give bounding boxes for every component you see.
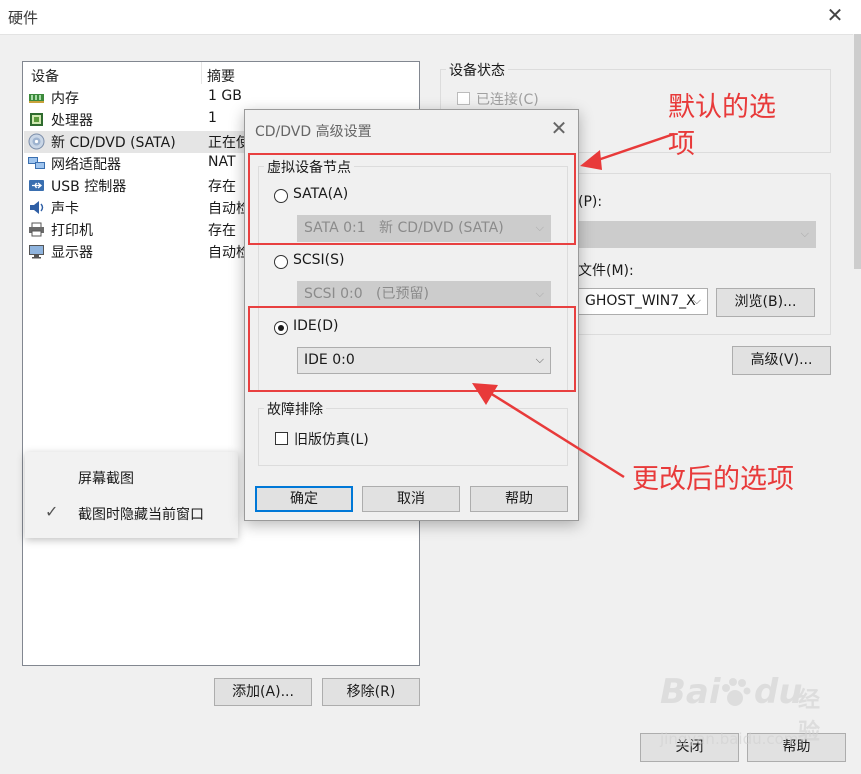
device-name: 处理器 bbox=[51, 113, 93, 129]
device-name: 内存 bbox=[51, 91, 79, 107]
window-title: 硬件 bbox=[8, 9, 39, 27]
device-name: 打印机 bbox=[51, 223, 93, 239]
connected-label: 已连接(C) bbox=[476, 92, 539, 108]
column-separator[interactable] bbox=[201, 62, 202, 84]
column-header-summary[interactable]: 摘要 bbox=[207, 66, 235, 86]
device-name: 声卡 bbox=[51, 201, 79, 217]
legacy-emulation-checkbox[interactable] bbox=[275, 432, 288, 445]
device-name: 新 CD/DVD (SATA) bbox=[51, 135, 176, 151]
column-header-device[interactable]: 设备 bbox=[31, 66, 59, 86]
processor-icon bbox=[30, 113, 43, 126]
screenshot-context-menu: 屏幕截图 ✓ 截图时隐藏当前窗口 bbox=[25, 452, 238, 538]
dialog-close-icon[interactable]: ✕ bbox=[547, 116, 571, 140]
scrollbar-thumb[interactable] bbox=[854, 34, 861, 269]
watermark-cn: 经验 bbox=[798, 688, 821, 745]
window-close-icon[interactable]: ✕ bbox=[824, 4, 846, 26]
scsi-radio[interactable] bbox=[274, 255, 288, 269]
device-summary: 存在 bbox=[208, 179, 236, 195]
watermark-brand2: du bbox=[754, 672, 803, 712]
title-bar bbox=[0, 0, 861, 34]
cd-dvd-icon bbox=[28, 133, 45, 150]
network-adapter-icon bbox=[28, 157, 45, 169]
annotation-default-line2: 项 bbox=[668, 129, 695, 160]
physical-drive-label: (P): bbox=[578, 194, 603, 210]
arrow-to-changed bbox=[472, 383, 625, 479]
device-summary: NAT bbox=[208, 154, 236, 170]
chevron-down-icon: ⌵ bbox=[800, 227, 809, 240]
annotation-default-line1: 默认的选 bbox=[668, 92, 776, 123]
usb-icon bbox=[29, 180, 44, 191]
monitor-icon bbox=[29, 245, 44, 259]
physical-drive-select[interactable]: ⌵ bbox=[578, 221, 816, 248]
advanced-button[interactable]: 高级(V)... bbox=[732, 346, 831, 375]
annotation-changed: 更改后的选项 bbox=[632, 464, 794, 495]
device-row-memory[interactable]: 内存 1 GB bbox=[24, 87, 418, 109]
menu-item-screenshot[interactable]: 屏幕截图 bbox=[78, 468, 134, 488]
browse-button[interactable]: 浏览(B)... bbox=[716, 288, 815, 317]
dialog-cancel-button[interactable]: 取消 bbox=[362, 486, 460, 512]
device-summary: 1 GB bbox=[208, 88, 242, 104]
arrow-to-default bbox=[580, 132, 675, 170]
default-option-highlight bbox=[248, 153, 576, 245]
sound-card-icon bbox=[30, 201, 44, 214]
connected-checkbox[interactable] bbox=[457, 92, 470, 105]
iso-file-label: 文件(M): bbox=[578, 263, 634, 279]
dialog-help-button[interactable]: 帮助 bbox=[470, 486, 568, 512]
add-device-button[interactable]: 添加(A)... bbox=[214, 678, 312, 706]
memory-icon bbox=[29, 94, 44, 103]
troubleshoot-label: 故障排除 bbox=[264, 399, 326, 419]
scsi-label[interactable]: SCSI(S) bbox=[293, 252, 345, 268]
legacy-emulation-label[interactable]: 旧版仿真(L) bbox=[294, 429, 369, 449]
iso-file-input[interactable]: GHOST_WIN7_X ⌵ bbox=[578, 288, 708, 315]
paw-icon bbox=[722, 678, 751, 706]
chevron-down-icon: ⌵ bbox=[535, 287, 544, 300]
device-name: USB 控制器 bbox=[51, 179, 127, 195]
scsi-node-value: SCSI 0:0 (已预留) bbox=[304, 286, 429, 302]
iso-file-value: GHOST_WIN7_X bbox=[585, 293, 696, 309]
menu-item-hide-window[interactable]: 截图时隐藏当前窗口 bbox=[78, 504, 204, 524]
scsi-node-select[interactable]: SCSI 0:0 (已预留) ⌵ bbox=[297, 281, 551, 308]
chevron-down-icon: ⌵ bbox=[692, 294, 701, 307]
device-name: 网络适配器 bbox=[51, 157, 121, 173]
watermark-brand: Bai bbox=[660, 672, 721, 712]
remove-device-button[interactable]: 移除(R) bbox=[322, 678, 420, 706]
watermark-url: jingyan.baidu.com bbox=[660, 730, 799, 748]
checkmark-icon: ✓ bbox=[45, 502, 59, 521]
printer-icon bbox=[29, 222, 44, 237]
device-status-label: 设备状态 bbox=[446, 60, 508, 80]
device-summary: 1 bbox=[208, 110, 217, 126]
device-summary: 存在 bbox=[208, 223, 236, 239]
device-name: 显示器 bbox=[51, 245, 93, 261]
dialog-ok-button[interactable]: 确定 bbox=[255, 486, 353, 512]
dialog-title: CD/DVD 高级设置 bbox=[255, 124, 372, 140]
baidu-watermark: Bai du 经验 jingyan.baidu.com bbox=[650, 668, 830, 768]
